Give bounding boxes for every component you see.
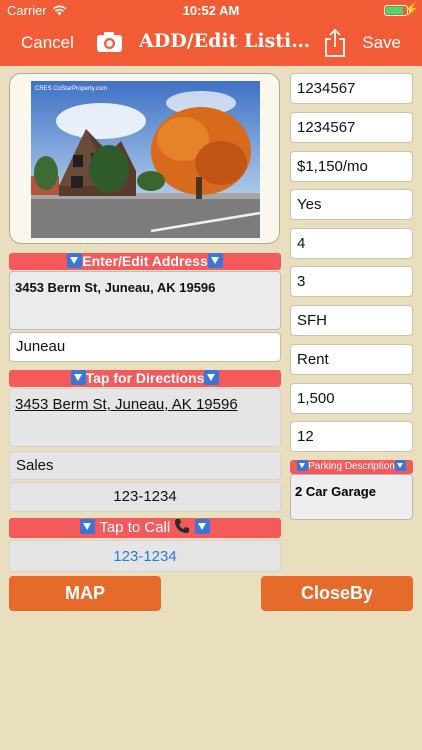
lot-size-field[interactable]: 12 xyxy=(290,421,413,452)
available-field[interactable]: Yes xyxy=(290,189,413,220)
parking-banner: Parking Description xyxy=(290,460,413,474)
down-arrow-icon xyxy=(80,519,96,534)
camera-icon[interactable] xyxy=(96,31,123,53)
contact-phone-field[interactable]: 123-1234 xyxy=(9,482,281,512)
mls-number-field[interactable]: 1234567 xyxy=(290,112,413,143)
share-icon[interactable] xyxy=(323,28,347,58)
right-field-value: 12 xyxy=(297,428,314,445)
price-field[interactable]: $1,150/mo xyxy=(290,151,413,182)
contact-phone: 123-1234 xyxy=(113,488,177,505)
bathrooms-field[interactable]: 3 xyxy=(290,266,413,297)
down-arrow-icon xyxy=(207,253,223,268)
directions-banner[interactable]: Tap for Directions xyxy=(9,370,281,387)
city-field[interactable]: Juneau xyxy=(9,332,281,362)
address-input[interactable]: 3453 Berm St, Juneau, AK 19596 xyxy=(9,271,281,330)
phone-icon xyxy=(175,519,190,533)
down-arrow-icon xyxy=(194,519,210,534)
down-arrow-icon xyxy=(204,370,220,385)
call-banner-label: Tap to Call xyxy=(99,519,171,536)
house-image: CRES CoStarProperty.com xyxy=(31,81,260,238)
battery-fill xyxy=(386,7,403,14)
down-arrow-icon xyxy=(70,370,86,385)
address-value: 3453 Berm St, Juneau, AK 19596 xyxy=(15,280,216,295)
directions-address: 3453 Berm St, Juneau, AK 19596 xyxy=(15,396,238,413)
call-number: 123-1234 xyxy=(113,548,177,565)
directions-banner-label: Tap for Directions xyxy=(85,370,205,386)
save-button[interactable]: Save xyxy=(362,33,401,53)
status-bar: Carrier 10:52 AM ⚡ xyxy=(0,0,422,22)
directions-link[interactable]: 3453 Berm St, Juneau, AK 19596 xyxy=(9,388,281,447)
right-field-value: 1,500 xyxy=(297,390,335,407)
down-arrow-icon xyxy=(297,460,309,471)
call-banner[interactable]: Tap to Call xyxy=(9,518,281,538)
parking-description-input[interactable]: 2 Car Garage xyxy=(290,474,413,520)
listing-type-field[interactable]: Rent xyxy=(290,344,413,375)
right-field-value: 1234567 xyxy=(297,119,356,136)
page-title: ADD/Edit Listing xyxy=(139,30,311,52)
right-field-value: Yes xyxy=(297,196,322,213)
right-field-value: 1234567 xyxy=(297,80,356,97)
right-field-value: 3 xyxy=(297,273,306,290)
address-banner-label: Enter/Edit Address xyxy=(82,253,208,269)
square-feet-field[interactable]: 1,500 xyxy=(290,383,413,414)
down-arrow-icon xyxy=(67,253,83,268)
status-time: 10:52 AM xyxy=(182,3,240,18)
listing-id-field[interactable]: 1234567 xyxy=(290,73,413,104)
call-button[interactable]: 123-1234 xyxy=(9,540,281,572)
right-field-value: Rent xyxy=(297,351,329,368)
right-field-value: $1,150/mo xyxy=(297,158,368,175)
contact-label: Sales xyxy=(16,457,54,474)
address-banner: Enter/Edit Address xyxy=(9,253,281,270)
down-arrow-icon xyxy=(394,460,406,471)
city-value: Juneau xyxy=(16,338,66,355)
property-type-field[interactable]: SFH xyxy=(290,305,413,336)
right-field-value: SFH xyxy=(297,312,327,329)
closeby-button[interactable]: CloseBy xyxy=(261,576,413,611)
charging-icon: ⚡ xyxy=(404,2,419,16)
parking-value: 2 Car Garage xyxy=(295,484,376,499)
nav-bar: Cancel ADD/Edit Listing Save xyxy=(0,22,422,66)
cancel-button[interactable]: Cancel xyxy=(21,33,74,53)
bedrooms-field[interactable]: 4 xyxy=(290,228,413,259)
property-photo[interactable]: CRES CoStarProperty.com xyxy=(9,73,280,244)
right-field-value: 4 xyxy=(297,235,306,252)
contact-label-field[interactable]: Sales xyxy=(9,451,281,480)
photo-watermark: CRES CoStarProperty.com xyxy=(35,86,107,92)
parking-banner-label: Parking Description xyxy=(308,461,395,472)
map-button[interactable]: MAP xyxy=(9,576,161,611)
